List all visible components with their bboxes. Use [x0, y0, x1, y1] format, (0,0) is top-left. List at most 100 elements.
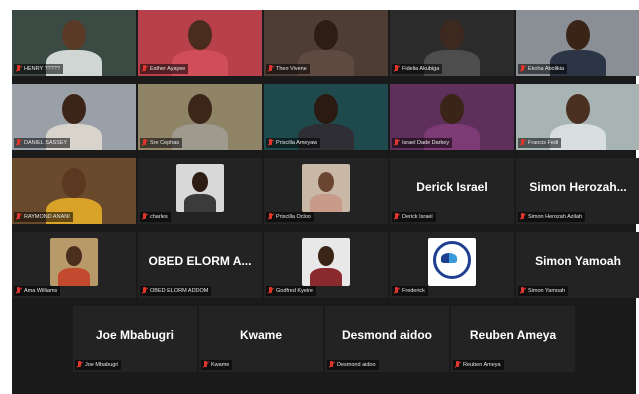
participant-tile[interactable]: Kwame Kwame — [199, 306, 323, 372]
participant-name-label: Frederick — [402, 288, 425, 294]
participant-name-label: Francis Fedi — [528, 140, 559, 146]
participant-tile[interactable]: Francis Fedi — [516, 84, 639, 150]
participant-name-label: Ama Williams — [24, 288, 58, 294]
participant-display-name: Joe Mbabugri — [95, 328, 174, 342]
mic-muted-icon — [15, 213, 22, 221]
participant-name-label: charles — [150, 214, 168, 220]
participant-tile[interactable]: Frederick — [390, 232, 514, 298]
participant-face — [62, 168, 86, 198]
participant-tile[interactable]: Priscilla Ameyaw — [264, 84, 388, 150]
mic-muted-icon — [141, 213, 148, 221]
participant-caption: Derick Israel — [392, 212, 436, 222]
participant-tile[interactable]: Desmond aidoo Desmond aidoo — [325, 306, 449, 372]
participant-tile[interactable]: Priscilla Ocloo — [264, 158, 388, 224]
photo-face — [192, 172, 208, 192]
participant-caption: Joe Mbabugri — [75, 360, 122, 370]
mic-muted-icon — [454, 361, 461, 369]
photo-body — [58, 268, 90, 286]
profile-photo — [176, 164, 224, 212]
profile-photo — [302, 238, 350, 286]
participant-face — [314, 20, 338, 50]
participant-row: RAYMOND ANANI charles Priscilla Ocloo Deric… — [12, 158, 639, 226]
participant-caption: Simon Yamoah — [518, 286, 569, 296]
participant-face — [188, 94, 212, 124]
participant-caption: Frederick — [392, 286, 428, 296]
participant-tile[interactable]: Simon Yamoah Simon Yamoah — [516, 232, 639, 298]
participant-tile[interactable]: DANIEL SASSEY — [12, 84, 136, 150]
participant-name-label: Godfred Kyeire — [276, 288, 313, 294]
participant-caption: Desmond aidoo — [327, 360, 379, 370]
participant-tile[interactable]: RAYMOND ANANI — [12, 158, 136, 224]
participant-tile[interactable]: Godfred Kyeire — [264, 232, 388, 298]
participant-name-label: DANIEL SASSEY — [24, 140, 68, 146]
participant-name-label: OBED ELORM ADDOM — [150, 288, 209, 294]
mic-muted-icon — [519, 287, 526, 295]
participant-tile[interactable]: Fidelia Akubiga — [390, 10, 514, 76]
participant-face — [62, 94, 86, 124]
mic-muted-icon — [15, 65, 22, 73]
participant-caption: DANIEL SASSEY — [14, 138, 71, 148]
participant-tile[interactable]: Esther Ayayee — [138, 10, 262, 76]
participant-tile[interactable]: Simon Herozah... Simon Herozah Azilah — [516, 158, 639, 224]
participant-display-name: Kwame — [239, 328, 283, 342]
participant-name-label: Simon Herozah Azilah — [528, 214, 583, 220]
participant-tile[interactable]: Joe Mbabugri Joe Mbabugri — [73, 306, 197, 372]
participant-caption: Theo Vivene — [266, 64, 310, 74]
participant-caption: Priscilla Ameyaw — [266, 138, 321, 148]
participant-caption: Israel Dade Darkey — [392, 138, 453, 148]
photo-body — [184, 194, 216, 212]
participant-caption: RAYMOND ANANI — [14, 212, 73, 222]
participant-tile[interactable]: charles — [138, 158, 262, 224]
profile-photo — [50, 238, 98, 286]
mic-muted-icon — [519, 139, 526, 147]
participant-name-label: Priscilla Ocloo — [276, 214, 311, 220]
mic-muted-icon — [141, 287, 148, 295]
photo-face — [318, 172, 334, 192]
mic-muted-icon — [519, 65, 526, 73]
participant-tile[interactable]: OBED ELORM A... OBED ELORM ADDOM — [138, 232, 262, 298]
participant-face — [188, 20, 212, 50]
participant-name-label: Desmond aidoo — [337, 362, 376, 368]
participant-name-label: Israel Dade Darkey — [402, 140, 450, 146]
mic-muted-icon — [393, 139, 400, 147]
mic-muted-icon — [15, 287, 22, 295]
participant-name-label: Kwame — [211, 362, 230, 368]
mic-muted-icon — [267, 65, 274, 73]
photo-face — [66, 246, 82, 266]
participant-tile[interactable]: Ama Williams — [12, 232, 136, 298]
participant-tile[interactable]: Derick Israel Derick Israel — [390, 158, 514, 224]
mic-muted-icon — [267, 213, 274, 221]
participant-row: DANIEL SASSEY Sre Cephas Priscilla Ameyaw I… — [12, 84, 639, 152]
mic-muted-icon — [267, 287, 274, 295]
participant-caption: Ekoha Abolikia — [518, 64, 568, 74]
mic-muted-icon — [141, 139, 148, 147]
participant-tile[interactable]: Sre Cephas — [138, 84, 262, 150]
participant-face — [440, 20, 464, 50]
participant-row: HENRY ????? Esther Ayayee Theo Vivene Fidel… — [12, 10, 639, 78]
participant-face — [566, 20, 590, 50]
participant-tile[interactable]: Israel Dade Darkey — [390, 84, 514, 150]
participant-name-label: Joe Mbabugri — [85, 362, 119, 368]
participant-tile[interactable]: Theo Vivene — [264, 10, 388, 76]
participant-tile[interactable]: Ekoha Abolikia — [516, 10, 639, 76]
mic-muted-icon — [15, 139, 22, 147]
participant-name-label: Esther Ayayee — [150, 66, 186, 72]
participant-tile[interactable]: HENRY ????? — [12, 10, 136, 76]
participant-tile[interactable]: Reuben Ameya Reuben Ameya — [451, 306, 575, 372]
participant-name-label: Reuben Ameya — [463, 362, 501, 368]
participant-caption: Ama Williams — [14, 286, 61, 296]
participant-caption: OBED ELORM ADDOM — [140, 286, 212, 296]
mic-muted-icon — [267, 139, 274, 147]
participant-face — [440, 94, 464, 124]
mic-muted-icon — [76, 361, 83, 369]
participant-display-name: Reuben Ameya — [469, 328, 557, 342]
participant-caption: Kwame — [201, 360, 233, 370]
participant-name-label: Fidelia Akubiga — [402, 66, 440, 72]
participant-row: Ama Williams OBED ELORM A... OBED ELORM AD… — [12, 232, 639, 300]
participant-name-label: Theo Vivene — [276, 66, 307, 72]
participant-display-name: OBED ELORM A... — [148, 254, 252, 268]
photo-body — [310, 194, 342, 212]
participant-name-label: Ekoha Abolikia — [528, 66, 565, 72]
participant-face — [62, 20, 86, 50]
participant-caption: Reuben Ameya — [453, 360, 504, 370]
